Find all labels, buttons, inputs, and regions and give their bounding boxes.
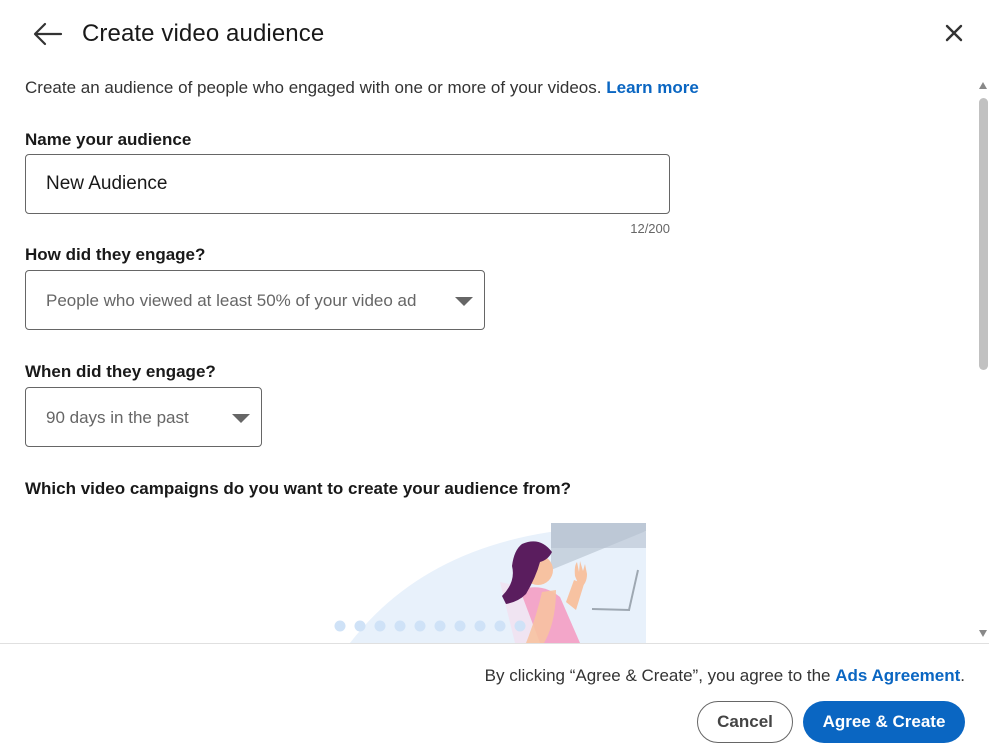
modal-body: Create an audience of people who engaged…: [0, 70, 976, 643]
campaigns-label: Which video campaigns do you want to cre…: [25, 479, 571, 498]
engagement-time-select[interactable]: 90 days in the past: [25, 387, 262, 447]
ads-agreement-link[interactable]: Ads Agreement: [835, 666, 960, 685]
modal-header: Create video audience: [0, 0, 989, 70]
engagement-type-label: How did they engage?: [25, 245, 206, 264]
empty-state-illustration: [330, 522, 650, 643]
scrollbar-thumb[interactable]: [979, 98, 988, 370]
scroll-down-arrow-icon[interactable]: [979, 630, 987, 637]
agreement-suffix: .: [960, 666, 965, 685]
modal-title: Create video audience: [82, 20, 325, 47]
character-counter: 12/200: [630, 221, 670, 236]
agreement-prefix: By clicking “Agree & Create”, you agree …: [484, 666, 831, 685]
learn-more-link[interactable]: Learn more: [606, 78, 699, 97]
scroll-up-arrow-icon[interactable]: [979, 82, 987, 89]
engagement-time-value: 90 days in the past: [46, 408, 189, 427]
agree-and-create-button[interactable]: Agree & Create: [803, 701, 965, 743]
intro-description: Create an audience of people who engaged…: [25, 78, 602, 97]
intro-text: Create an audience of people who engaged…: [25, 78, 699, 98]
audience-name-label: Name your audience: [25, 130, 192, 149]
engagement-type-value: People who viewed at least 50% of your v…: [46, 291, 417, 310]
modal-footer: By clicking “Agree & Create”, you agree …: [0, 643, 989, 751]
arrow-left-icon: [33, 22, 63, 46]
engagement-time-label: When did they engage?: [25, 362, 216, 381]
cancel-button[interactable]: Cancel: [697, 701, 793, 743]
engagement-type-select[interactable]: People who viewed at least 50% of your v…: [25, 270, 485, 330]
back-button[interactable]: [30, 18, 66, 50]
chevron-down-icon: [455, 297, 473, 306]
agreement-notice: By clicking “Agree & Create”, you agree …: [485, 666, 965, 686]
chevron-down-icon: [232, 414, 250, 423]
audience-name-input[interactable]: [25, 154, 670, 214]
close-button[interactable]: [940, 19, 968, 47]
close-icon: [945, 24, 963, 42]
scrollbar[interactable]: [976, 82, 989, 640]
